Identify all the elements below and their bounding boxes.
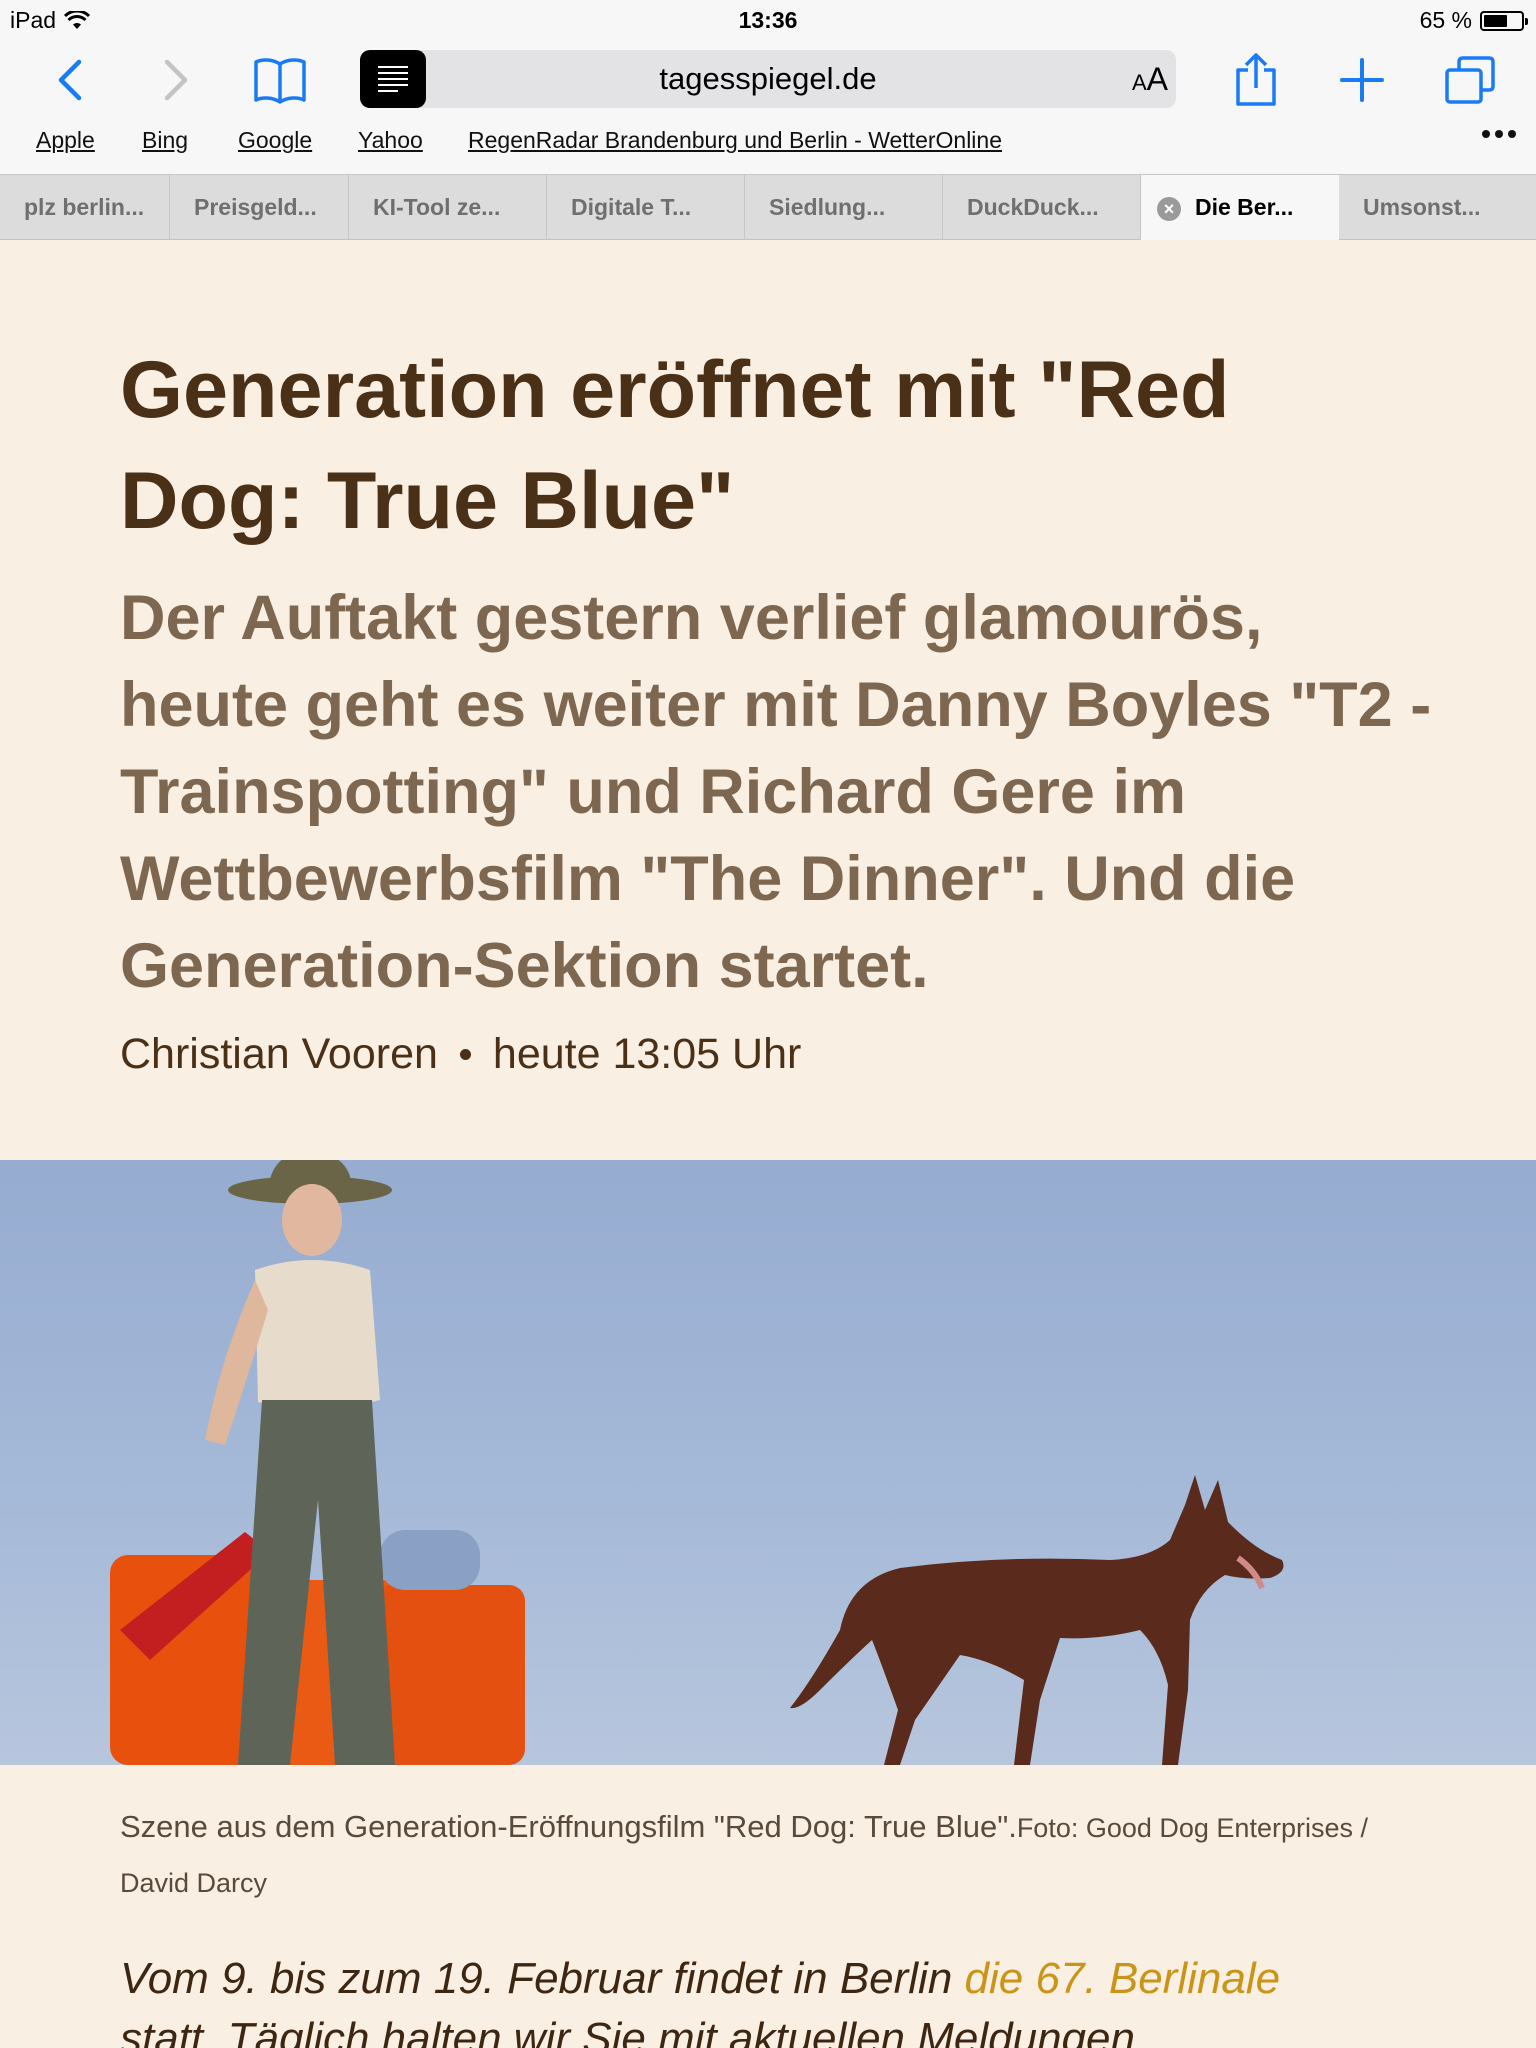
- forward-button[interactable]: [144, 48, 208, 112]
- favorites-bar: Apple Bing Google Yahoo RegenRadar Brand…: [0, 118, 1536, 174]
- bookmarks-button[interactable]: [248, 48, 312, 112]
- dog-figure: [790, 1475, 1284, 1765]
- share-button[interactable]: [1224, 48, 1288, 112]
- favorite-link[interactable]: Apple: [36, 127, 95, 154]
- article-lead-continued: statt. Täglich halten wir Sie mit aktuel…: [120, 2014, 1135, 2048]
- tab[interactable]: Preisgeld...: [170, 175, 349, 240]
- tabs-icon: [1445, 56, 1495, 104]
- favorite-link[interactable]: Yahoo: [358, 127, 423, 154]
- tab[interactable]: KI-Tool ze...: [349, 175, 547, 240]
- author-name: Christian Vooren: [120, 1030, 438, 1078]
- close-tab-icon[interactable]: ×: [1157, 197, 1181, 221]
- tab[interactable]: Digitale T...: [547, 175, 745, 240]
- address-bar[interactable]: tagesspiegel.de AA: [360, 50, 1176, 108]
- lead-text: Vom 9. bis zum 19. Februar findet in Ber…: [120, 1954, 965, 2003]
- book-icon: [254, 58, 306, 104]
- tab-bar: plz berlin... Preisgeld... KI-Tool ze...…: [0, 174, 1536, 240]
- reader-view-button[interactable]: [360, 50, 426, 108]
- article-lead: Vom 9. bis zum 19. Februar findet in Ber…: [120, 1950, 1460, 2008]
- tab[interactable]: Siedlung...: [745, 175, 943, 240]
- favorite-link[interactable]: Google: [238, 127, 312, 154]
- text-size-big-a: A: [1146, 61, 1168, 97]
- battery-level: [1484, 14, 1508, 27]
- status-bar: iPad 13:36 65 %: [0, 0, 1536, 40]
- byline-separator: [459, 1049, 471, 1060]
- new-tab-button[interactable]: [1330, 48, 1394, 112]
- tab-active[interactable]: × Die Ber...: [1141, 175, 1339, 240]
- tab[interactable]: DuckDuck...: [943, 175, 1141, 240]
- plus-icon: [1340, 58, 1384, 102]
- more-favorites-icon[interactable]: [1482, 130, 1516, 138]
- back-button[interactable]: [38, 48, 102, 112]
- status-right: 65 %: [1419, 7, 1528, 34]
- photo-scene: [110, 1160, 1284, 1765]
- chevron-left-icon: [58, 59, 82, 101]
- byline: Christian Vooren heute 13:05 Uhr: [120, 1030, 801, 1079]
- publish-time: heute 13:05 Uhr: [492, 1030, 802, 1078]
- suitcases: [110, 1530, 525, 1765]
- text-size-button[interactable]: AA: [1132, 50, 1168, 108]
- battery-percent: 65 %: [1419, 7, 1472, 33]
- berlinale-link[interactable]: die 67. Berlinale: [965, 1954, 1281, 2003]
- url-text[interactable]: tagesspiegel.de: [426, 50, 1110, 108]
- tab-active-label: Die Ber...: [1195, 194, 1294, 220]
- article-headline: Generation eröffnet mit "Red Dog: True B…: [120, 345, 1230, 546]
- browser-toolbar: tagesspiegel.de AA: [0, 40, 1536, 118]
- favorite-link[interactable]: RegenRadar Brandenburg und Berlin - Wett…: [468, 127, 1002, 154]
- favorite-link[interactable]: Bing: [142, 127, 188, 154]
- article-photo: [0, 1160, 1536, 1765]
- chevron-right-icon: [164, 59, 188, 101]
- share-icon: [1236, 53, 1276, 106]
- battery-icon: [1480, 10, 1528, 31]
- text-size-small-a: A: [1131, 70, 1147, 95]
- article-teaser: Der Auftakt gestern verlief glamourös, h…: [120, 583, 1432, 1001]
- clock: 13:36: [738, 7, 798, 33]
- photo-caption: Szene aus dem Generation-Eröffnungsfilm …: [120, 1800, 1420, 1910]
- article: Generation eröffnet mit "Red Dog: True B…: [0, 240, 1536, 2048]
- tabs-overview-button[interactable]: [1438, 48, 1502, 112]
- caption-text: Szene aus dem Generation-Eröffnungsfilm …: [120, 1809, 1017, 1844]
- tab[interactable]: plz berlin...: [0, 175, 170, 240]
- tab[interactable]: Umsonst...: [1339, 175, 1536, 240]
